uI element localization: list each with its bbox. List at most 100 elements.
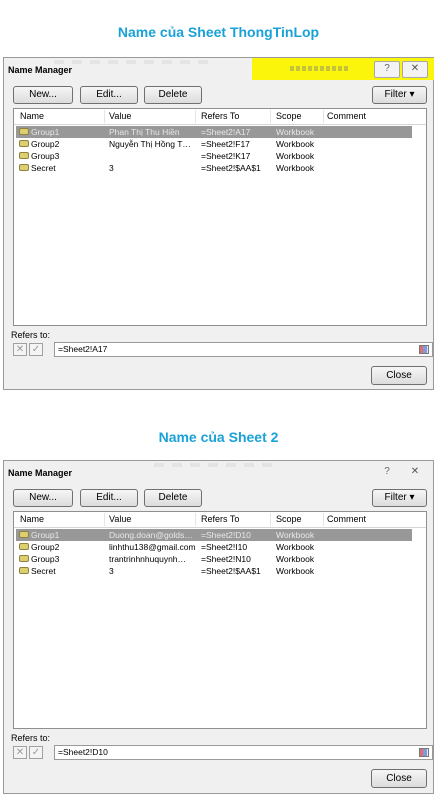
col-separator [195, 513, 196, 526]
ribbon-ghost-text [290, 66, 348, 71]
new-button[interactable]: New... [13, 489, 73, 507]
name-manager-dialog-1: Name Manager ? ✕ New... Edit... Delete F… [3, 57, 434, 390]
table-row[interactable]: Group2 linhthu138@gmail.com =Sheet2!I10 … [16, 541, 412, 553]
row-scope: Workbook [276, 151, 315, 161]
help-button[interactable]: ? [374, 464, 400, 481]
table-row[interactable]: Secret 3 =Sheet2!$AA$1 Workbook [16, 565, 412, 577]
table-row[interactable]: Group2 Nguyễn Thị Hồng T… =Sheet2!F17 Wo… [16, 138, 412, 150]
name-icon [19, 152, 29, 159]
refers-to-label: Refers to: [11, 733, 51, 743]
table-row[interactable]: Secret 3 =Sheet2!$AA$1 Workbook [16, 162, 412, 174]
row-name: Group1 [31, 530, 60, 540]
col-separator [323, 110, 324, 123]
col-name[interactable]: Name [20, 111, 44, 121]
close-button[interactable]: Close [371, 366, 427, 385]
row-name: Group2 [31, 139, 60, 149]
title-bar: Name Manager ? ✕ [4, 58, 434, 80]
col-comment[interactable]: Comment [327, 111, 366, 121]
row-refers: =Sheet2!A17 [201, 127, 251, 137]
row-scope: Workbook [276, 554, 315, 564]
dialog-title: Name Manager [8, 65, 73, 75]
filter-button[interactable]: Filter ▾ [372, 86, 427, 104]
row-value: linhthu138@gmail.com [109, 542, 196, 552]
row-value: Nguyễn Thị Hồng T… [109, 139, 191, 149]
col-refers-to[interactable]: Refers To [201, 514, 239, 524]
row-name: Secret [31, 566, 56, 576]
row-scope: Workbook [276, 542, 315, 552]
cancel-icon[interactable]: ✕ [13, 343, 27, 356]
heading-sheet-2: Name của Sheet 2 [158, 429, 279, 445]
row-scope: Workbook [276, 566, 315, 576]
col-value[interactable]: Value [109, 514, 131, 524]
help-button[interactable]: ? [374, 61, 400, 78]
refers-to-label: Refers to: [11, 330, 51, 340]
close-x-button[interactable]: ✕ [402, 464, 428, 481]
row-name: Secret [31, 163, 56, 173]
row-value: Phan Thị Thu Hiền [109, 127, 180, 137]
row-refers: =Sheet2!K17 [201, 151, 251, 161]
row-refers: =Sheet2!I10 [201, 542, 248, 552]
dialog-title: Name Manager [8, 468, 73, 478]
row-value: 3 [109, 163, 114, 173]
title-bar: Name Manager ? ✕ [4, 461, 433, 483]
table-row[interactable]: Group3 trantrinhnhuquynh… =Sheet2!N10 Wo… [16, 553, 412, 565]
col-name[interactable]: Name [20, 514, 44, 524]
col-separator [104, 513, 105, 526]
col-scope[interactable]: Scope [276, 514, 302, 524]
refers-to-value: =Sheet2!D10 [58, 747, 108, 757]
name-icon [19, 128, 29, 135]
row-refers: =Sheet2!F17 [201, 139, 250, 149]
ribbon-background [154, 463, 274, 467]
refers-to-input[interactable]: =Sheet2!D10 [54, 745, 433, 760]
delete-button[interactable]: Delete [144, 86, 202, 104]
collapse-range-icon[interactable] [419, 345, 429, 354]
row-scope: Workbook [276, 139, 315, 149]
edit-button[interactable]: Edit... [80, 86, 138, 104]
name-icon [19, 531, 29, 538]
new-button[interactable]: New... [13, 86, 73, 104]
edit-button[interactable]: Edit... [80, 489, 138, 507]
row-scope: Workbook [276, 163, 315, 173]
col-comment[interactable]: Comment [327, 514, 366, 524]
name-icon [19, 164, 29, 171]
name-manager-dialog-2: Name Manager ? ✕ New... Edit... Delete F… [3, 460, 434, 794]
refers-to-input[interactable]: =Sheet2!A17 [54, 342, 433, 357]
col-separator [104, 110, 105, 123]
row-name: Group2 [31, 542, 60, 552]
list-header: Name Value Refers To Scope Comment [14, 109, 426, 125]
name-icon [19, 140, 29, 147]
col-scope[interactable]: Scope [276, 111, 302, 121]
names-list[interactable]: Name Value Refers To Scope Comment Group… [13, 108, 427, 326]
col-refers-to[interactable]: Refers To [201, 111, 239, 121]
row-value: trantrinhnhuquynh… [109, 554, 187, 564]
delete-button[interactable]: Delete [144, 489, 202, 507]
check-icon[interactable]: ✓ [29, 343, 43, 356]
row-scope: Workbook [276, 127, 315, 137]
row-scope: Workbook [276, 530, 315, 540]
row-value: Duong.doan@golds… [109, 530, 193, 540]
row-refers: =Sheet2!N10 [201, 554, 251, 564]
names-list[interactable]: Name Value Refers To Scope Comment Group… [13, 511, 427, 729]
row-name: Group1 [31, 127, 60, 137]
col-value[interactable]: Value [109, 111, 131, 121]
table-row[interactable]: Group3 =Sheet2!K17 Workbook [16, 150, 412, 162]
check-icon[interactable]: ✓ [29, 746, 43, 759]
row-value: 3 [109, 566, 114, 576]
name-icon [19, 543, 29, 550]
row-refers: =Sheet2!D10 [201, 530, 251, 540]
ribbon-background [54, 60, 214, 64]
row-refers: =Sheet2!$AA$1 [201, 163, 261, 173]
col-separator [195, 110, 196, 123]
row-name: Group3 [31, 151, 60, 161]
close-button[interactable]: Close [371, 769, 427, 788]
collapse-range-icon[interactable] [419, 748, 429, 757]
name-icon [19, 567, 29, 574]
name-icon [19, 555, 29, 562]
table-row[interactable]: Group1 Phan Thị Thu Hiền =Sheet2!A17 Wor… [16, 126, 412, 138]
col-separator [323, 513, 324, 526]
heading-sheet-thongtinlop: Name của Sheet ThongTinLop [117, 24, 320, 40]
cancel-icon[interactable]: ✕ [13, 746, 27, 759]
filter-button[interactable]: Filter ▾ [372, 489, 427, 507]
close-x-button[interactable]: ✕ [402, 61, 428, 78]
table-row[interactable]: Group1 Duong.doan@golds… =Sheet2!D10 Wor… [16, 529, 412, 541]
